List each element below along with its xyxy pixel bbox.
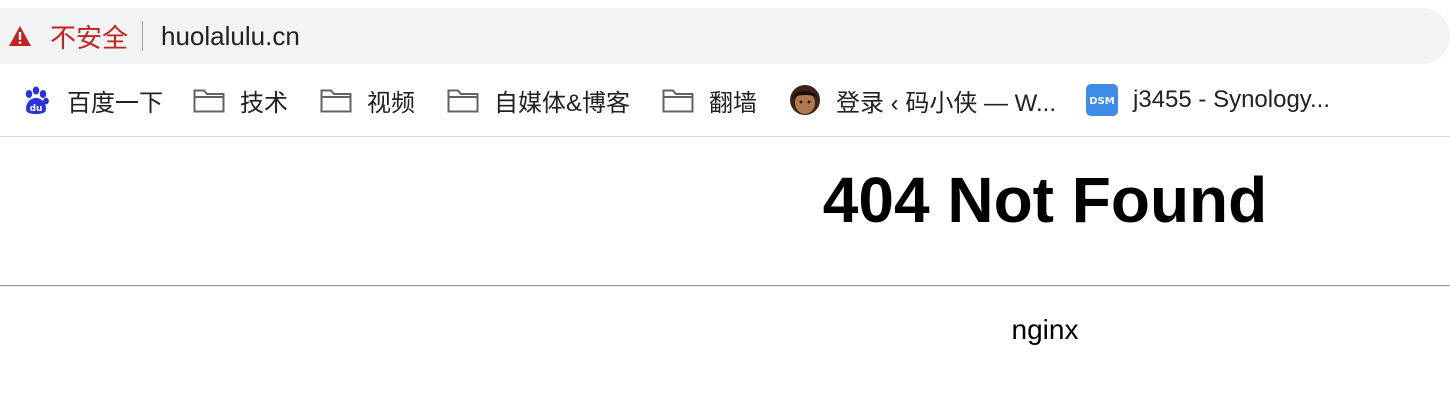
bookmark-label: 百度一下 — [67, 89, 163, 117]
bookmark-label: 自媒体&博客 — [494, 89, 631, 117]
folder-icon — [447, 84, 479, 116]
horizontal-rule — [0, 285, 1450, 287]
bookmark-folder-media-blog[interactable]: 自媒体&博客 — [447, 78, 630, 122]
address-bar-separator — [142, 21, 144, 51]
folder-icon — [320, 84, 352, 116]
bookmark-baidu[interactable]: du 百度一下 — [20, 78, 163, 122]
folder-icon — [193, 84, 225, 116]
bookmark-login-maxiaoxia[interactable]: 登录 ‹ 码小侠 — W... — [789, 78, 1056, 122]
bookmark-label: 登录 ‹ 码小侠 — W... — [836, 89, 1057, 117]
bookmark-label: j3455 - Synology... — [1133, 86, 1331, 113]
svg-text:du: du — [30, 104, 43, 114]
page-title: 404 Not Found — [822, 164, 1268, 236]
address-bar[interactable]: 不安全 huolalulu.cn — [0, 8, 1450, 64]
bookmark-folder-video[interactable]: 视频 — [320, 78, 415, 122]
bookmarks-bar: du 百度一下 技术 视频 自媒体&博客 翻墙 登录 ‹ 码小侠 — W... … — [0, 72, 1450, 128]
dsm-icon: DSM — [1086, 84, 1119, 116]
bookmark-label: 翻墙 — [709, 89, 758, 117]
bookmark-folder-tech[interactable]: 技术 — [193, 78, 288, 122]
bookmark-label: 视频 — [367, 89, 415, 117]
bookmark-folder-vpn[interactable]: 翻墙 — [662, 78, 757, 122]
folder-icon — [662, 84, 694, 116]
server-name: nginx — [1011, 314, 1079, 345]
bookmark-label: 技术 — [240, 89, 288, 117]
baidu-paw-icon: du — [20, 84, 52, 116]
url-text[interactable]: huolalulu.cn — [161, 21, 300, 52]
svg-text:DSM: DSM — [1089, 96, 1115, 107]
browser-chrome: 不安全 huolalulu.cn du 百度一下 技术 视频 自媒体&博客 翻墙… — [0, 0, 1450, 136]
avatar-icon — [789, 84, 821, 116]
security-status-label[interactable]: 不安全 — [50, 18, 128, 55]
chrome-divider — [0, 136, 1450, 137]
warning-icon[interactable] — [8, 24, 32, 48]
bookmark-synology[interactable]: DSM j3455 - Synology... — [1086, 78, 1330, 122]
